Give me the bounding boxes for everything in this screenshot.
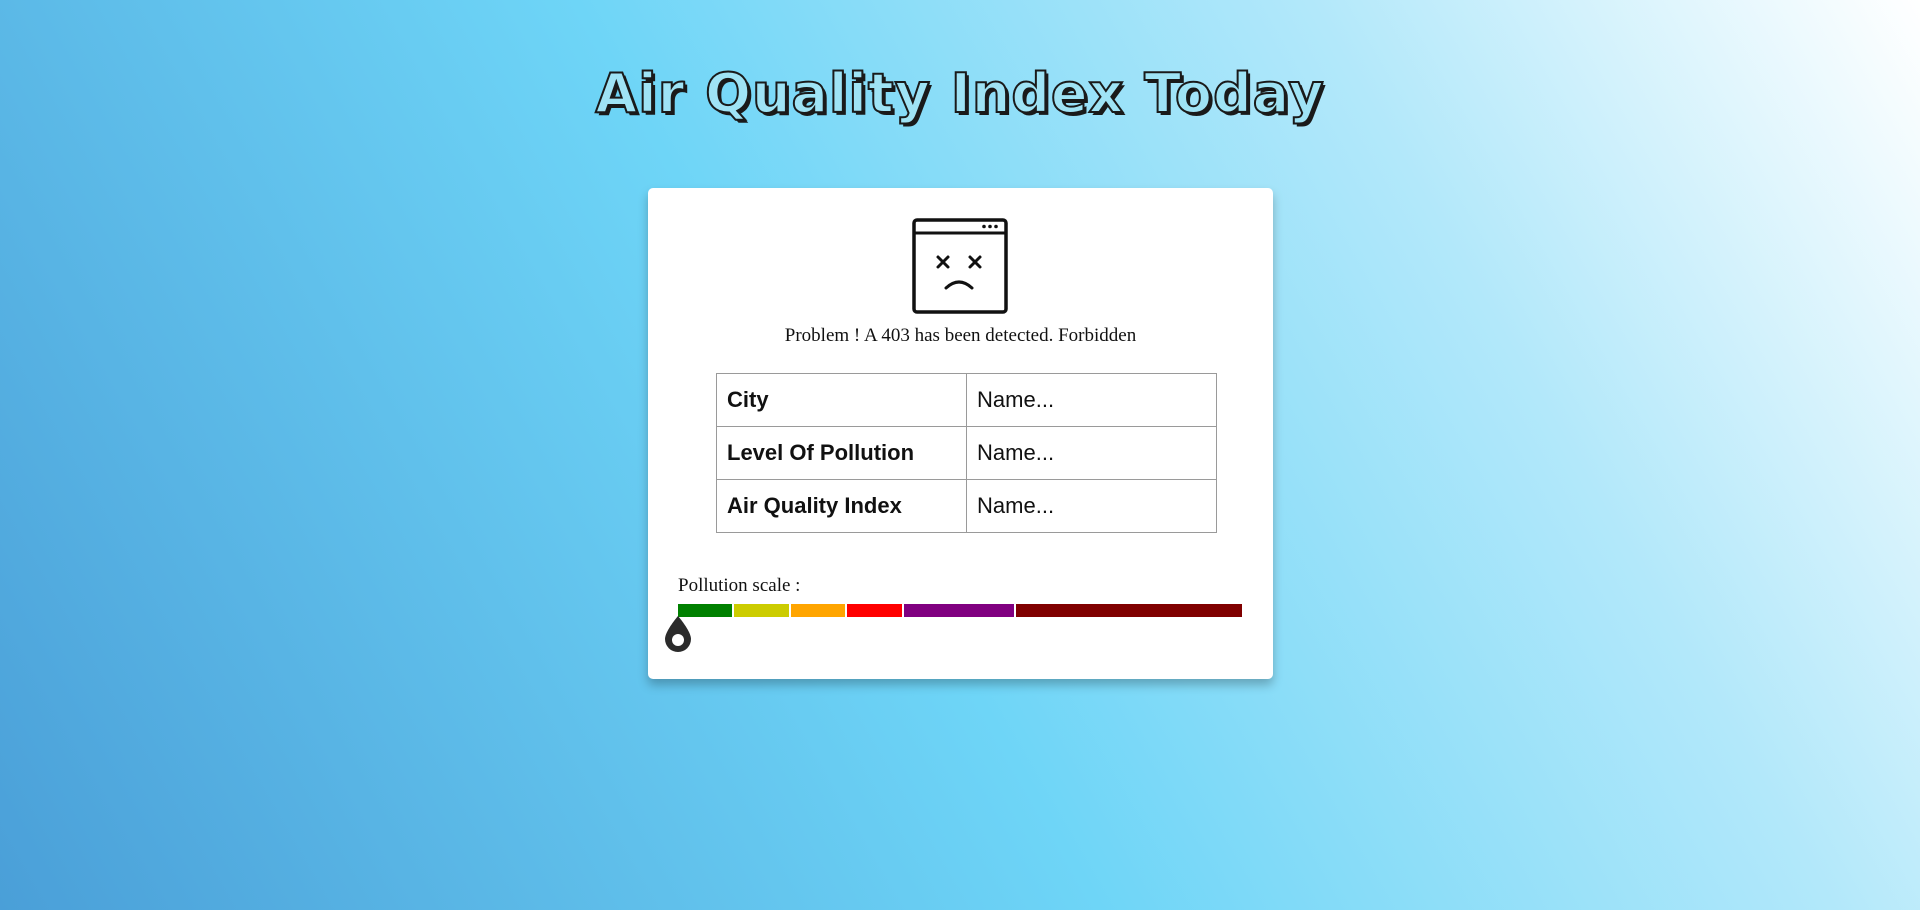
sad-browser-window-icon xyxy=(912,218,1008,314)
pollution-level-label: Level Of Pollution xyxy=(715,426,968,480)
scale-segment-hazardous xyxy=(1016,604,1242,617)
scale-segment-unhealthy xyxy=(847,604,904,617)
city-label: City xyxy=(715,373,968,427)
aqi-card: Problem ! A 403 has been detected. Forbi… xyxy=(648,188,1273,679)
error-message: Problem ! A 403 has been detected. Forbi… xyxy=(784,325,1137,346)
scale-segment-very-unhealthy xyxy=(903,604,1017,617)
scale-segment-moderate xyxy=(734,604,791,617)
aqi-info-table: City Name... Level Of Pollution Name... … xyxy=(715,373,1217,533)
page-title: Air Quality Index Today xyxy=(594,61,1325,126)
table-row: Air Quality Index Name... xyxy=(715,479,1217,533)
city-value: Name... xyxy=(966,373,1217,427)
aqi-value: Name... xyxy=(966,479,1217,533)
aqi-label: Air Quality Index xyxy=(715,479,968,533)
scale-segment-unhealthy-sensitive xyxy=(790,604,848,617)
pollution-scale-bar xyxy=(678,604,1242,617)
location-drop-marker-icon xyxy=(665,616,691,652)
pollution-scale-label: Pollution scale : xyxy=(678,575,801,596)
table-row: City Name... xyxy=(715,373,1217,427)
table-row: Level Of Pollution Name... xyxy=(715,426,1217,480)
pollution-level-value: Name... xyxy=(966,426,1217,480)
